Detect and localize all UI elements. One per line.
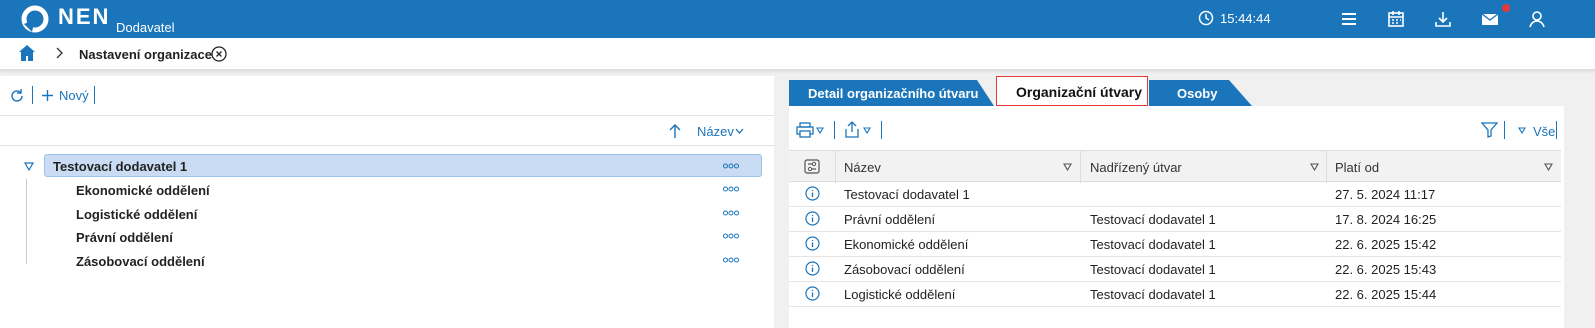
collapse-triangle-icon[interactable] [24, 162, 34, 171]
column-divider [1326, 151, 1327, 183]
toolbar-divider [32, 86, 33, 104]
tree-connector [26, 179, 27, 264]
filter-icon[interactable] [1481, 122, 1498, 138]
column-header-name[interactable]: Název [844, 160, 881, 175]
tree-node-label: Testovací dodavatel 1 [53, 159, 188, 174]
cell-name: Právní oddělení [844, 212, 936, 227]
column-divider [835, 151, 836, 183]
column-divider [1080, 151, 1081, 183]
sort-bar: Název [0, 116, 774, 146]
cell-valid-from: 22. 6. 2025 15:43 [1335, 262, 1437, 277]
cell-name: Logistické oddělení [844, 287, 956, 302]
more-options-icon[interactable] [723, 186, 739, 192]
tree-node-child[interactable]: Ekonomické oddělení [76, 183, 210, 198]
calendar-icon[interactable] [1385, 8, 1407, 30]
top-bar: NEN Dodavatel 15:44:44 [0, 0, 1595, 38]
column-settings-icon[interactable] [804, 159, 820, 174]
download-icon[interactable] [1432, 8, 1454, 30]
info-icon[interactable] [805, 186, 820, 201]
cell-name: Testovací dodavatel 1 [844, 187, 970, 202]
home-icon[interactable] [18, 44, 36, 62]
new-button[interactable]: Nový [41, 88, 89, 103]
more-options-icon[interactable] [723, 163, 739, 169]
tree-node-child[interactable]: Právní oddělení [76, 230, 173, 245]
more-options-icon[interactable] [723, 257, 739, 263]
info-icon[interactable] [805, 211, 820, 226]
cell-parent: Testovací dodavatel 1 [1090, 237, 1216, 252]
export-icon[interactable] [844, 121, 860, 138]
tab-bar: Detail organizačního útvaru Osoby Organi… [789, 76, 1564, 106]
chevron-down-icon[interactable] [735, 127, 744, 135]
grid-toolbar: Vše [789, 106, 1564, 150]
nen-logo-icon[interactable] [20, 4, 50, 34]
sort-field-select[interactable]: Název [697, 124, 734, 139]
tree-node-child[interactable]: Logistické oddělení [76, 207, 197, 222]
more-options-icon[interactable] [723, 210, 739, 216]
breadcrumb: Nastavení organizace [0, 38, 1595, 70]
toolbar-divider [1504, 121, 1505, 139]
session-clock: 15:44:44 [1198, 10, 1271, 26]
table-row[interactable]: Testovací dodavatel 1 27. 5. 2024 11:17 [789, 182, 1561, 207]
table-row[interactable]: Právní oddělení Testovací dodavatel 1 17… [789, 207, 1561, 232]
info-icon[interactable] [805, 286, 820, 301]
chevron-right-icon [56, 47, 63, 59]
menu-icon[interactable] [1338, 8, 1360, 30]
cell-parent: Testovací dodavatel 1 [1090, 287, 1216, 302]
column-filter-icon[interactable] [1544, 163, 1553, 171]
cell-parent: Testovací dodavatel 1 [1090, 212, 1216, 227]
toolbar-divider [1556, 121, 1557, 139]
tab-org-units[interactable]: Organizační útvary [996, 76, 1148, 106]
mail-icon[interactable] [1479, 8, 1501, 30]
user-icon[interactable] [1526, 8, 1548, 30]
chevron-down-icon[interactable] [863, 127, 871, 134]
new-button-label: Nový [59, 88, 89, 103]
plus-icon [42, 90, 53, 101]
refresh-icon[interactable] [9, 88, 25, 104]
clock-icon [1198, 10, 1214, 26]
info-icon[interactable] [805, 236, 820, 251]
close-icon[interactable] [211, 46, 227, 62]
toolbar-divider [94, 86, 95, 104]
logo-subtitle: Dodavatel [116, 20, 175, 35]
more-options-icon[interactable] [723, 233, 739, 239]
toolbar-divider [881, 121, 882, 139]
tab-detail[interactable]: Detail organizačního útvaru [789, 80, 994, 106]
tab-content: Vše Název Nadřízený útvar Platí od Testo… [789, 106, 1564, 328]
table-row[interactable]: Ekonomické oddělení Testovací dodavatel … [789, 232, 1561, 257]
filter-triangle-icon[interactable] [1518, 127, 1526, 134]
notification-badge [1502, 4, 1510, 12]
cell-name: Ekonomické oddělení [844, 237, 969, 252]
tree-node-child[interactable]: Zásobovací oddělení [76, 254, 205, 269]
column-header-parent[interactable]: Nadřízený útvar [1090, 160, 1182, 175]
cell-valid-from: 27. 5. 2024 11:17 [1335, 187, 1436, 202]
tab-persons[interactable]: Osoby [1149, 80, 1252, 106]
breadcrumb-current[interactable]: Nastavení organizace [79, 47, 212, 62]
chevron-down-icon[interactable] [816, 127, 824, 134]
info-icon[interactable] [805, 261, 820, 276]
org-tree-panel: Nový Název Testovací dodavatel 1 Ekonomi… [0, 76, 774, 328]
tree-toolbar: Nový [0, 76, 774, 116]
column-filter-icon[interactable] [1310, 163, 1319, 171]
tree-node-root[interactable]: Testovací dodavatel 1 [44, 154, 762, 177]
cell-valid-from: 17. 8. 2024 16:25 [1335, 212, 1437, 227]
logo-text: NEN [58, 4, 111, 29]
cell-valid-from: 22. 6. 2025 15:44 [1335, 287, 1437, 302]
detail-panel: Detail organizačního útvaru Osoby Organi… [789, 76, 1564, 328]
print-icon[interactable] [796, 122, 814, 138]
table-header: Název Nadřízený útvar Platí od [789, 150, 1561, 183]
column-filter-icon[interactable] [1063, 163, 1072, 171]
toolbar-divider [834, 121, 835, 139]
column-header-valid-from[interactable]: Platí od [1335, 160, 1379, 175]
table-row[interactable]: Logistické oddělení Testovací dodavatel … [789, 282, 1561, 307]
cell-name: Zásobovací oddělení [844, 262, 965, 277]
filter-preset-select[interactable]: Vše [1533, 124, 1555, 139]
cell-valid-from: 22. 6. 2025 15:42 [1335, 237, 1437, 252]
clock-time: 15:44:44 [1220, 10, 1271, 26]
table-row[interactable]: Zásobovací oddělení Testovací dodavatel … [789, 257, 1561, 282]
cell-parent: Testovací dodavatel 1 [1090, 262, 1216, 277]
sort-ascending-icon[interactable] [668, 123, 682, 139]
